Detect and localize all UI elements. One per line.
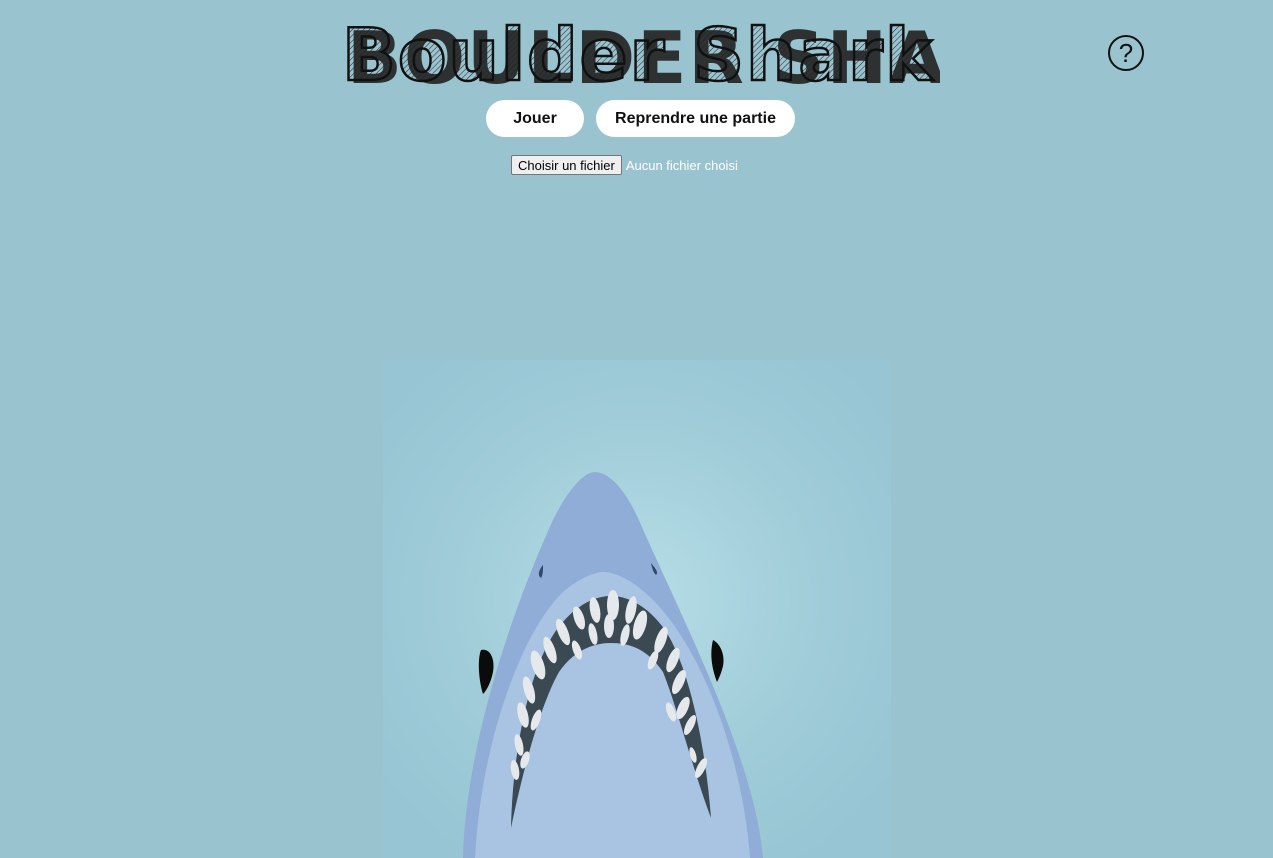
game-page: BOULDER SHARK Boulder Shark ? Jouer Repr… xyxy=(0,0,1273,858)
game-logo: BOULDER SHARK Boulder Shark xyxy=(341,12,940,88)
game-title: Boulder Shark xyxy=(342,13,934,88)
help-icon: ? xyxy=(1118,38,1134,68)
file-status: Aucun fichier choisi xyxy=(625,157,738,173)
menu-buttons: Jouer Reprendre une partie xyxy=(0,100,1273,137)
resume-game-button[interactable]: Reprendre une partie xyxy=(596,100,795,137)
play-button[interactable]: Jouer xyxy=(486,100,585,137)
shark-illustration xyxy=(383,360,891,858)
file-input: Choisir un fichier Aucun fichier choisi xyxy=(511,155,738,175)
choose-file-button[interactable]: Choisir un fichier xyxy=(511,155,622,175)
help-button[interactable]: ? xyxy=(1108,35,1144,71)
